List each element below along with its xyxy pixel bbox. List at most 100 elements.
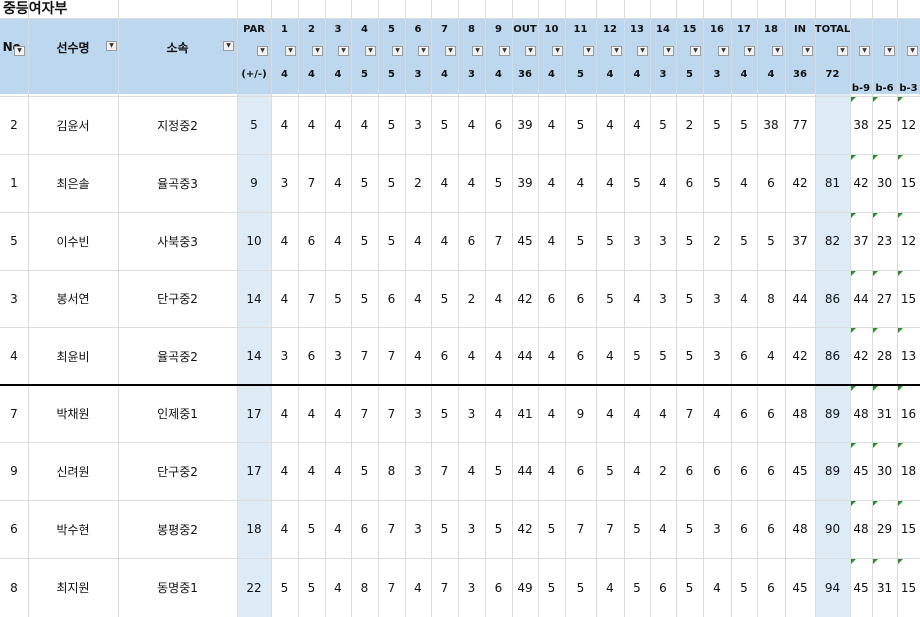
- score-cell: 5: [576, 234, 585, 248]
- comment-indicator: [898, 386, 903, 391]
- score-cell: 4: [467, 118, 476, 132]
- filter-dropdown-button[interactable]: ▼: [611, 46, 622, 56]
- filter-dropdown-button[interactable]: ▼: [445, 46, 456, 56]
- filter-dropdown-button[interactable]: ▼: [637, 46, 648, 56]
- header-hole-par: 5: [361, 68, 368, 80]
- score-cell: 4: [334, 234, 342, 248]
- filter-dropdown-button[interactable]: ▼: [312, 46, 323, 56]
- header-back: b-9: [851, 82, 871, 94]
- score-cell: 5: [440, 118, 449, 132]
- filter-dropdown-button[interactable]: ▼: [859, 46, 870, 56]
- row-no: 9: [10, 464, 18, 478]
- filter-dropdown-button[interactable]: ▼: [772, 46, 783, 56]
- score-cell: 6: [685, 176, 694, 190]
- filter-dropdown-button[interactable]: ▼: [744, 46, 755, 56]
- score-cell: 4: [713, 406, 721, 421]
- header-hole-par: 5: [577, 68, 584, 80]
- filter-dropdown-button[interactable]: ▼: [884, 46, 895, 56]
- score-cell: 42: [517, 522, 533, 536]
- score-cell: 4: [467, 464, 476, 478]
- filter-dropdown-button[interactable]: ▼: [583, 46, 594, 56]
- filter-dropdown-button[interactable]: ▼: [338, 46, 349, 56]
- filter-dropdown-button[interactable]: ▼: [690, 46, 701, 56]
- score-cell: 3: [713, 349, 721, 363]
- group-separator: [0, 384, 920, 386]
- player-name: 박수현: [56, 522, 90, 537]
- par-diff: 17: [246, 464, 262, 478]
- score-cell: 7: [685, 406, 694, 421]
- header-par-sub: (+/-): [241, 68, 267, 80]
- score-cell: 44: [792, 291, 808, 306]
- score-cell: 7: [387, 522, 396, 536]
- score-cell: 6: [685, 464, 694, 478]
- score-cell: 4: [659, 406, 667, 421]
- score-cell: 5: [713, 118, 721, 132]
- score-cell: 2: [713, 234, 721, 248]
- filter-dropdown-button[interactable]: ▼: [837, 46, 848, 56]
- sheet-title: 중등여자부: [3, 1, 68, 17]
- score-cell: 4: [280, 406, 289, 421]
- score-cell: 94: [824, 580, 841, 595]
- score-cell: 5: [713, 176, 721, 190]
- header-hole-par: 3: [713, 68, 721, 80]
- filter-dropdown-button[interactable]: ▼: [802, 46, 813, 56]
- header-hole: 2: [308, 23, 315, 35]
- back-cell: 45: [853, 580, 869, 595]
- score-cell: 3: [467, 522, 476, 536]
- score-cell: 6: [307, 234, 316, 248]
- score-cell: 3: [414, 118, 422, 132]
- back-cell: 31: [876, 406, 893, 421]
- filter-dropdown-button[interactable]: ▼: [365, 46, 376, 56]
- filter-dropdown-button[interactable]: ▼: [718, 46, 729, 56]
- score-cell: 5: [740, 580, 748, 595]
- score-cell: 4: [767, 349, 775, 363]
- score-cell: 6: [547, 291, 556, 306]
- score-cell: 5: [740, 118, 748, 132]
- filter-dropdown-button[interactable]: ▼: [418, 46, 429, 56]
- score-cell: 6: [740, 406, 748, 421]
- filter-dropdown-button[interactable]: ▼: [552, 46, 563, 56]
- score-cell: 4: [713, 580, 721, 595]
- header-hole-par: 3: [659, 68, 667, 80]
- filter-dropdown-button[interactable]: ▼: [499, 46, 510, 56]
- filter-dropdown-button[interactable]: ▼: [223, 41, 234, 51]
- score-cell: 5: [633, 522, 641, 536]
- filter-dropdown-button[interactable]: ▼: [907, 46, 918, 56]
- score-cell: 6: [576, 291, 585, 306]
- score-cell: 5: [387, 176, 396, 190]
- score-cell: 4: [494, 349, 503, 363]
- header-hole: 6: [414, 23, 422, 35]
- score-cell: 4: [440, 234, 449, 248]
- score-cell: 6: [740, 464, 748, 478]
- filter-dropdown-button[interactable]: ▼: [257, 46, 268, 56]
- comment-indicator: [851, 559, 856, 564]
- back-cell: 15: [900, 522, 917, 536]
- comment-indicator: [873, 559, 878, 564]
- comment-indicator: [851, 386, 856, 391]
- row-no: 5: [10, 234, 18, 248]
- back-cell: 27: [876, 291, 893, 306]
- score-cell: 7: [360, 349, 369, 363]
- score-cell: 4: [440, 176, 449, 190]
- score-cell: 5: [685, 291, 694, 306]
- score-cell: 4: [547, 349, 556, 363]
- filter-dropdown-button[interactable]: ▼: [525, 46, 536, 56]
- back-cell: 42: [853, 176, 869, 190]
- filter-dropdown-button[interactable]: ▼: [392, 46, 403, 56]
- filter-dropdown-button[interactable]: ▼: [472, 46, 483, 56]
- filter-dropdown-button[interactable]: ▼: [285, 46, 296, 56]
- back-cell: 37: [853, 234, 869, 248]
- score-cell: 6: [360, 522, 369, 536]
- filter-dropdown-button[interactable]: ▼: [106, 41, 117, 51]
- score-cell: 2: [467, 291, 476, 306]
- score-cell: 7: [440, 464, 449, 478]
- player-name: 박채원: [56, 407, 90, 421]
- row-no: 6: [10, 522, 18, 536]
- score-cell: 4: [606, 349, 614, 363]
- score-cell: 5: [360, 176, 369, 190]
- comment-indicator: [898, 213, 903, 218]
- par-diff: 10: [246, 234, 262, 248]
- filter-dropdown-button[interactable]: ▼: [663, 46, 674, 56]
- score-cell: 4: [334, 580, 342, 595]
- filter-dropdown-button[interactable]: ▼: [14, 46, 25, 56]
